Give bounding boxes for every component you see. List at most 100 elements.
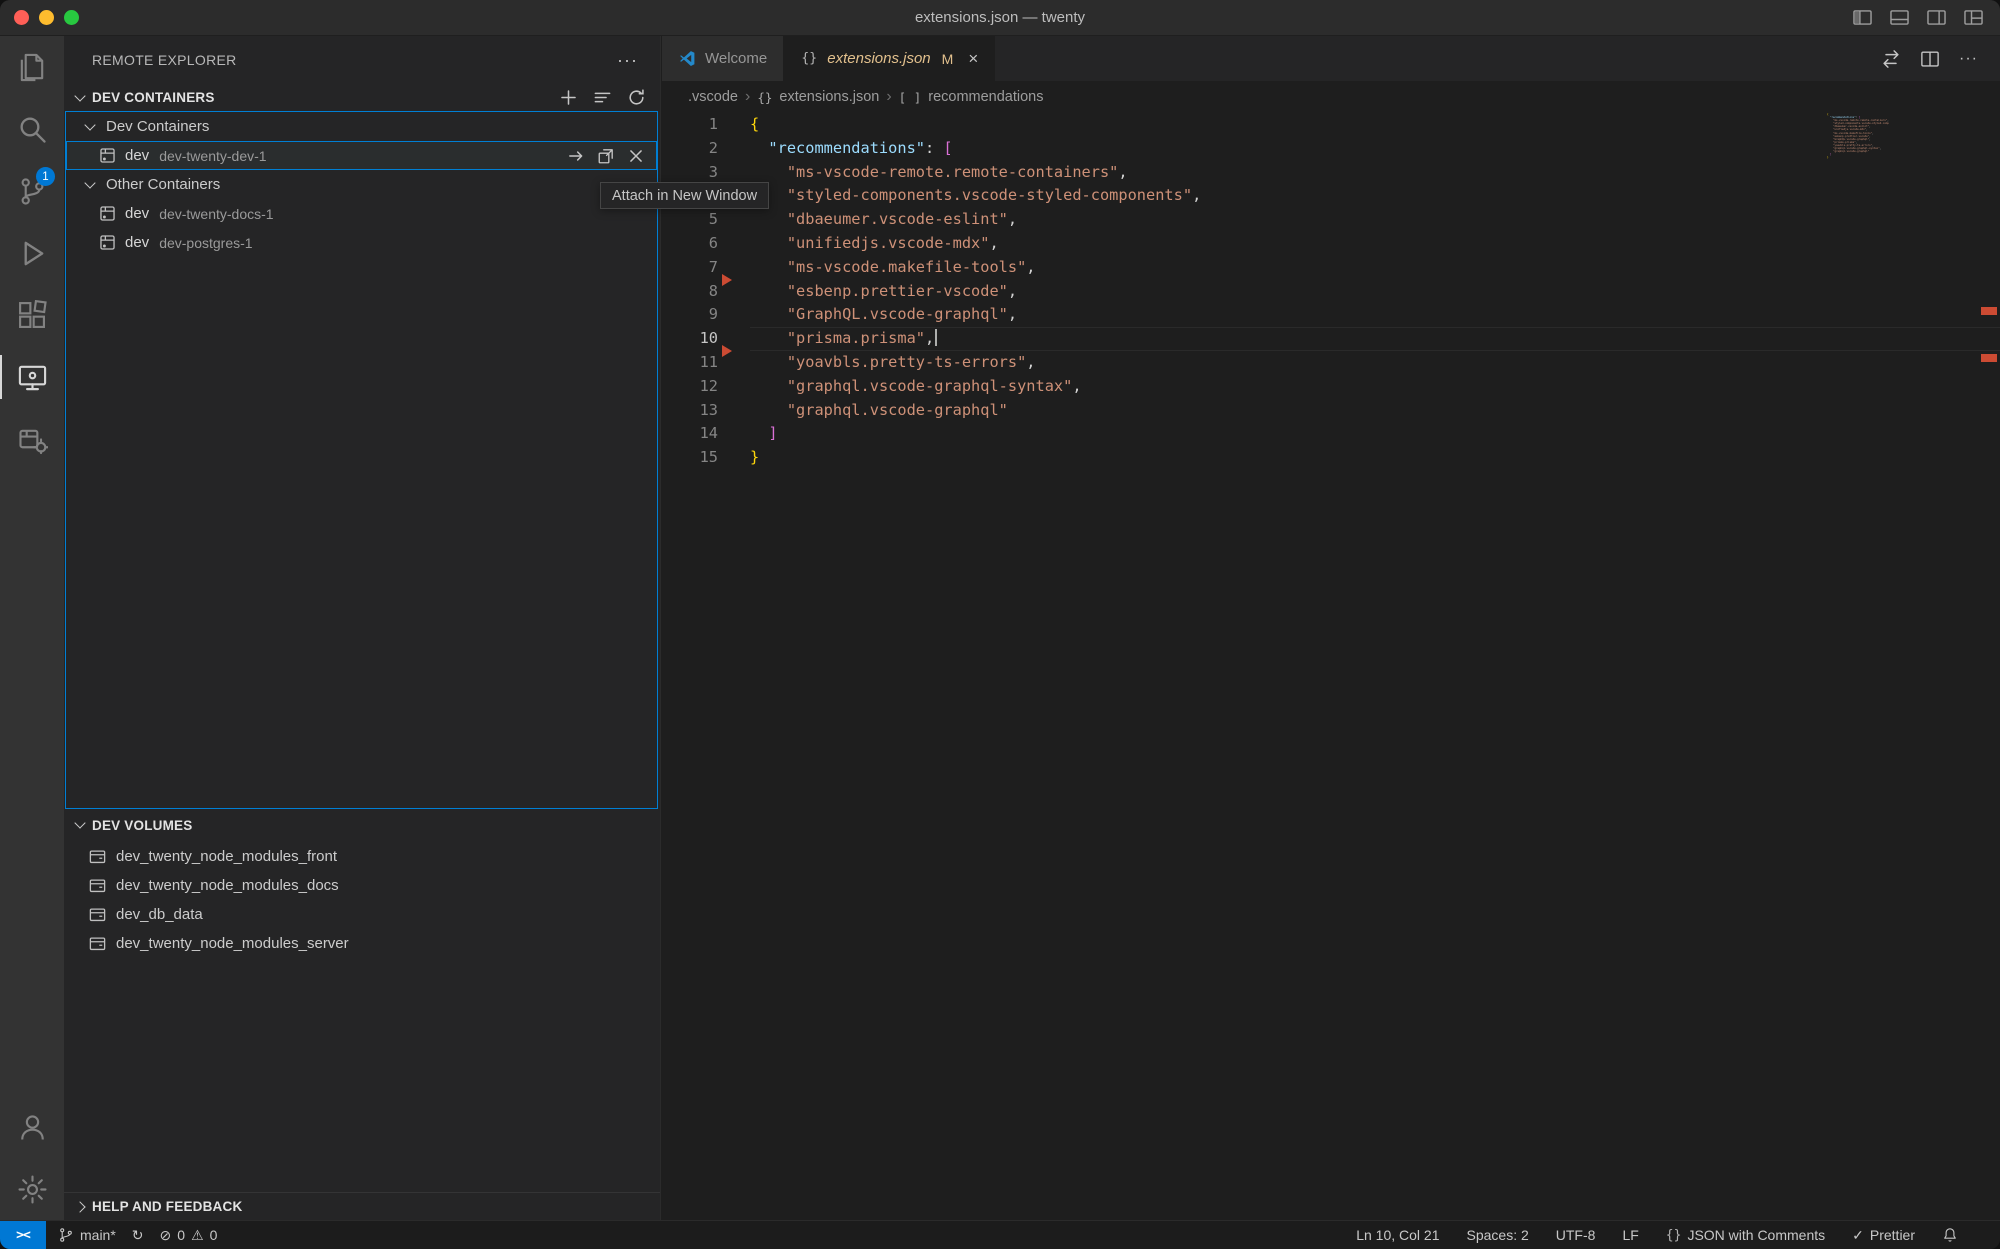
code-line-9[interactable]: "GraphQL.vscode-graphql",: [750, 303, 2000, 327]
breadcrumb-symbol[interactable]: recommendations: [928, 89, 1043, 105]
settings-button[interactable]: [0, 1158, 64, 1220]
indentation-status[interactable]: Spaces: 2: [1467, 1227, 1529, 1243]
container-item-dev-twenty-docs-1[interactable]: dev dev-twenty-docs-1: [66, 199, 657, 228]
line-number: 7: [662, 256, 718, 280]
dev-containers-tree: Dev Containersdevdev-twenty-dev-1Other C…: [65, 111, 658, 809]
pane-header-help-and-feedback[interactable]: HELP AND FEEDBACK: [64, 1192, 660, 1220]
sidebar-item-containers[interactable]: [0, 408, 64, 470]
code-lines[interactable]: { "recommendations": [ "ms-vscode-remote…: [750, 113, 2000, 470]
volume-item-dev_db_data[interactable]: dev_db_data: [64, 900, 660, 929]
pane-title: DEV VOLUMES: [92, 818, 192, 833]
container-name: dev: [125, 205, 149, 222]
volume-item-dev_twenty_node_modules_server[interactable]: dev_twenty_node_modules_server: [64, 929, 660, 958]
close-icon[interactable]: [627, 147, 645, 165]
run-debug-icon: [17, 238, 48, 269]
code-line-7[interactable]: "ms-vscode.makefile-tools",: [750, 256, 2000, 280]
tab-extensions-json[interactable]: {} extensions.json M ×: [784, 36, 995, 81]
code-line-6[interactable]: "unifiedjs.vscode-mdx",: [750, 232, 2000, 256]
customize-layout-icon[interactable]: [1963, 7, 1984, 28]
code-editor[interactable]: 123456789101112131415 { "recommendations…: [662, 113, 2000, 1220]
editor-actions: ···: [1881, 36, 2000, 81]
problems-status[interactable]: ⊘ 0 ⚠ 0: [160, 1227, 218, 1244]
toggle-panel-icon[interactable]: [1889, 7, 1910, 28]
tab-label: extensions.json: [827, 50, 930, 67]
title-bar: extensions.json — twenty: [0, 0, 2000, 36]
refresh-icon[interactable]: [627, 88, 646, 107]
filter-icon[interactable]: [593, 88, 612, 107]
breadcrumb-file[interactable]: extensions.json: [779, 89, 879, 105]
container-item-dev-postgres-1[interactable]: devdev-postgres-1: [66, 228, 657, 257]
minimap[interactable]: { "recommendations": [ "ms-vscode-remote…: [1827, 113, 1889, 159]
pane-header-dev-volumes[interactable]: DEV VOLUMES: [64, 810, 660, 840]
line-number: 3: [662, 161, 718, 185]
sidebar-item-source-control[interactable]: 1: [0, 160, 64, 222]
code-line-14[interactable]: ]: [750, 422, 2000, 446]
code-line-8[interactable]: "esbenp.prettier-vscode",: [750, 280, 2000, 304]
line-number: 1: [662, 113, 718, 137]
more-actions-icon[interactable]: ···: [617, 50, 638, 71]
sidebar-item-search[interactable]: [0, 98, 64, 160]
more-actions-icon[interactable]: ···: [1959, 50, 1978, 68]
eol-status[interactable]: LF: [1622, 1227, 1638, 1243]
sidebar-item-run-debug[interactable]: [0, 222, 64, 284]
code-line-3[interactable]: "ms-vscode-remote.remote-containers",: [750, 161, 2000, 185]
code-line-4[interactable]: "styled-components.vscode-styled-compone…: [750, 184, 2000, 208]
code-line-10[interactable]: "prisma.prisma",: [750, 327, 2000, 351]
sidebar-item-remote-explorer[interactable]: [0, 346, 64, 408]
remote-explorer-icon: [17, 362, 48, 393]
container-name: dev: [125, 234, 149, 251]
code-line-15[interactable]: }: [750, 446, 2000, 470]
encoding-status[interactable]: UTF-8: [1556, 1227, 1596, 1243]
tree-group-other-containers[interactable]: Other Containers: [66, 170, 657, 199]
container-item-dev-twenty-dev-1[interactable]: devdev-twenty-dev-1: [66, 141, 657, 170]
cursor-position-status[interactable]: Ln 10, Col 21: [1356, 1227, 1439, 1243]
close-tab-icon[interactable]: ×: [968, 49, 978, 69]
branch-status[interactable]: main*: [58, 1227, 116, 1243]
toggle-secondary-sidebar-icon[interactable]: [1926, 7, 1947, 28]
container-description: dev-twenty-docs-1: [159, 206, 273, 222]
search-icon: [17, 114, 48, 145]
code-line-2[interactable]: "recommendations": [: [750, 137, 2000, 161]
code-line-1[interactable]: {: [750, 113, 2000, 137]
tab-welcome[interactable]: Welcome: [662, 36, 784, 81]
attach-container-icon[interactable]: [567, 147, 585, 165]
notifications-button[interactable]: [1942, 1227, 1958, 1243]
code-line-13[interactable]: "graphql.vscode-graphql": [750, 399, 2000, 423]
accounts-button[interactable]: [0, 1096, 64, 1158]
code-line-11[interactable]: "yoavbls.pretty-ts-errors",: [750, 351, 2000, 375]
line-number: 12: [662, 375, 718, 399]
errors-count: 0: [177, 1227, 185, 1243]
code-line-12[interactable]: "graphql.vscode-graphql-syntax",: [750, 375, 2000, 399]
toggle-primary-sidebar-icon[interactable]: [1852, 7, 1873, 28]
remote-indicator[interactable]: ><: [0, 1221, 46, 1249]
split-editor-icon[interactable]: [1920, 49, 1940, 69]
line-number: 2: [662, 137, 718, 161]
sidebar-item-explorer[interactable]: [0, 36, 64, 98]
sidebar-item-extensions[interactable]: [0, 284, 64, 346]
array-symbol-icon: [ ]: [899, 90, 922, 105]
line-number: 13: [662, 399, 718, 423]
tree-group-dev-containers[interactable]: Dev Containers: [66, 112, 657, 141]
breadcrumb-folder[interactable]: .vscode: [688, 89, 738, 105]
sync-status[interactable]: ↻: [132, 1227, 144, 1244]
warnings-icon: ⚠: [191, 1227, 204, 1244]
breadcrumb: .vscode › {} extensions.json › [ ] recom…: [662, 81, 2000, 113]
code-line-5[interactable]: "dbaeumer.vscode-eslint",: [750, 208, 2000, 232]
overview-ruler-deleted-mark: [1981, 307, 1997, 315]
volume-item-dev_twenty_node_modules_docs[interactable]: dev_twenty_node_modules_docs: [64, 871, 660, 900]
volume-name: dev_twenty_node_modules_front: [116, 848, 337, 865]
volume-item-dev_twenty_node_modules_front[interactable]: dev_twenty_node_modules_front: [64, 842, 660, 871]
add-icon[interactable]: [559, 88, 578, 107]
chevron-right-icon: [74, 1201, 85, 1212]
pane-title: HELP AND FEEDBACK: [92, 1199, 242, 1214]
window-title: extensions.json — twenty: [0, 0, 2000, 36]
git-deleted-marker: [722, 345, 732, 357]
language-mode-status[interactable]: {} JSON with Comments: [1666, 1227, 1825, 1243]
formatter-status[interactable]: ✓ Prettier: [1852, 1227, 1915, 1244]
open-changes-icon[interactable]: [1881, 49, 1901, 69]
attach-new-window-icon[interactable]: [597, 147, 615, 165]
chevron-down-icon: [74, 90, 85, 101]
volume-icon: [88, 905, 107, 924]
remote-icon: ><: [16, 1228, 30, 1243]
pane-header-dev-containers[interactable]: DEV CONTAINERS: [64, 84, 660, 111]
